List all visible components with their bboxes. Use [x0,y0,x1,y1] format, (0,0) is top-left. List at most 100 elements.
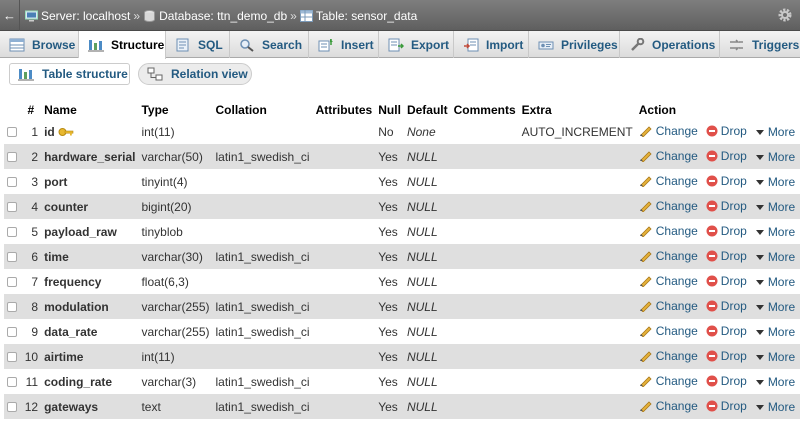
drop-link[interactable]: Drop [706,224,747,238]
drop-link[interactable]: Drop [706,399,747,413]
tab-search[interactable]: Search [230,31,309,58]
tab-import[interactable]: Import [454,31,529,58]
row-checkbox[interactable] [7,377,17,388]
field-collation [212,194,313,219]
row-checkbox[interactable] [7,252,17,263]
drop-link[interactable]: Drop [706,249,747,263]
gear-icon[interactable] [777,7,793,23]
tab-privileges[interactable]: Privileges [529,31,620,58]
change-link[interactable]: Change [639,199,698,213]
row-number: 8 [20,294,42,319]
more-dropdown[interactable]: More [755,250,795,264]
row-select[interactable] [4,294,21,319]
row-checkbox[interactable] [7,327,17,338]
row-checkbox[interactable] [7,302,17,313]
change-link[interactable]: Change [639,274,698,288]
change-link[interactable]: Change [639,149,698,163]
row-select[interactable] [4,244,21,269]
header-type[interactable]: Type [138,100,213,119]
row-select[interactable] [4,319,21,344]
breadcrumb-table[interactable]: Table: sensor_data [299,9,417,23]
change-link[interactable]: Change [639,249,698,263]
more-dropdown[interactable]: More [755,200,795,214]
field-attributes [312,294,376,319]
more-dropdown[interactable]: More [755,400,795,414]
field-null: Yes [375,294,404,319]
chevron-down-icon [755,379,764,385]
header-collation[interactable]: Collation [212,100,313,119]
breadcrumb-database[interactable]: Database: ttn_demo_db [143,9,287,23]
drop-link[interactable]: Drop [706,374,747,388]
header-attributes[interactable]: Attributes [312,100,376,119]
header-number[interactable]: # [20,100,42,119]
header-null[interactable]: Null [375,100,404,119]
more-dropdown[interactable]: More [755,325,795,339]
row-select[interactable] [4,344,21,369]
row-checkbox[interactable] [7,177,17,188]
chevron-down-icon [755,279,764,285]
row-select[interactable] [4,269,21,294]
row-checkbox[interactable] [7,352,17,363]
change-link[interactable]: Change [639,124,698,138]
more-dropdown[interactable]: More [755,175,795,189]
change-link[interactable]: Change [639,224,698,238]
row-select[interactable] [4,144,21,169]
row-actions: Change Drop More [635,269,800,294]
row-select[interactable] [4,119,21,144]
row-checkbox[interactable] [7,152,17,163]
row-checkbox[interactable] [7,227,17,238]
change-link[interactable]: Change [639,399,698,413]
drop-link[interactable]: Drop [706,349,747,363]
field-type: varchar(50) [138,144,213,169]
field-collation [212,344,313,369]
breadcrumb-server[interactable]: Server: localhost [25,9,130,23]
more-dropdown[interactable]: More [755,350,795,364]
row-select[interactable] [4,194,21,219]
field-default: NULL [403,194,451,219]
drop-link[interactable]: Drop [706,199,747,213]
change-link[interactable]: Change [639,174,698,188]
more-dropdown[interactable]: More [755,125,795,139]
field-name: id [44,124,55,139]
tab-insert-label: Insert [341,37,374,52]
more-dropdown[interactable]: More [755,375,795,389]
drop-link[interactable]: Drop [706,299,747,313]
header-name[interactable]: Name [41,100,139,119]
back-arrow-icon[interactable]: ← [0,0,20,31]
row-select[interactable] [4,369,21,394]
more-dropdown[interactable]: More [755,225,795,239]
row-checkbox[interactable] [7,127,17,138]
row-select[interactable] [4,169,21,194]
change-link[interactable]: Change [639,324,698,338]
drop-label: Drop [720,173,747,188]
row-number: 4 [20,194,42,219]
tab-triggers[interactable]: Triggers [720,31,800,58]
drop-link[interactable]: Drop [706,149,747,163]
tab-browse[interactable]: Browse [0,31,79,58]
subtab-relation-view[interactable]: Relation view [138,63,252,85]
more-dropdown[interactable]: More [755,275,795,289]
tab-structure[interactable]: Structure [79,31,166,59]
tab-operations[interactable]: Operations [620,31,720,58]
drop-link[interactable]: Drop [706,324,747,338]
drop-link[interactable]: Drop [706,124,747,138]
header-extra[interactable]: Extra [518,100,636,119]
row-checkbox[interactable] [7,277,17,288]
tab-insert[interactable]: Insert [309,31,379,58]
header-default[interactable]: Default [403,100,451,119]
header-comments[interactable]: Comments [450,100,519,119]
more-dropdown[interactable]: More [755,150,795,164]
subtab-table-structure[interactable]: Table structure [9,63,130,85]
change-link[interactable]: Change [639,349,698,363]
drop-link[interactable]: Drop [706,174,747,188]
row-select[interactable] [4,394,21,419]
row-checkbox[interactable] [7,202,17,213]
change-link[interactable]: Change [639,374,698,388]
more-dropdown[interactable]: More [755,300,795,314]
drop-link[interactable]: Drop [706,274,747,288]
row-select[interactable] [4,219,21,244]
tab-sql[interactable]: SQL [166,31,230,58]
change-link[interactable]: Change [639,299,698,313]
row-checkbox[interactable] [7,402,17,413]
tab-export[interactable]: Export [379,31,454,58]
